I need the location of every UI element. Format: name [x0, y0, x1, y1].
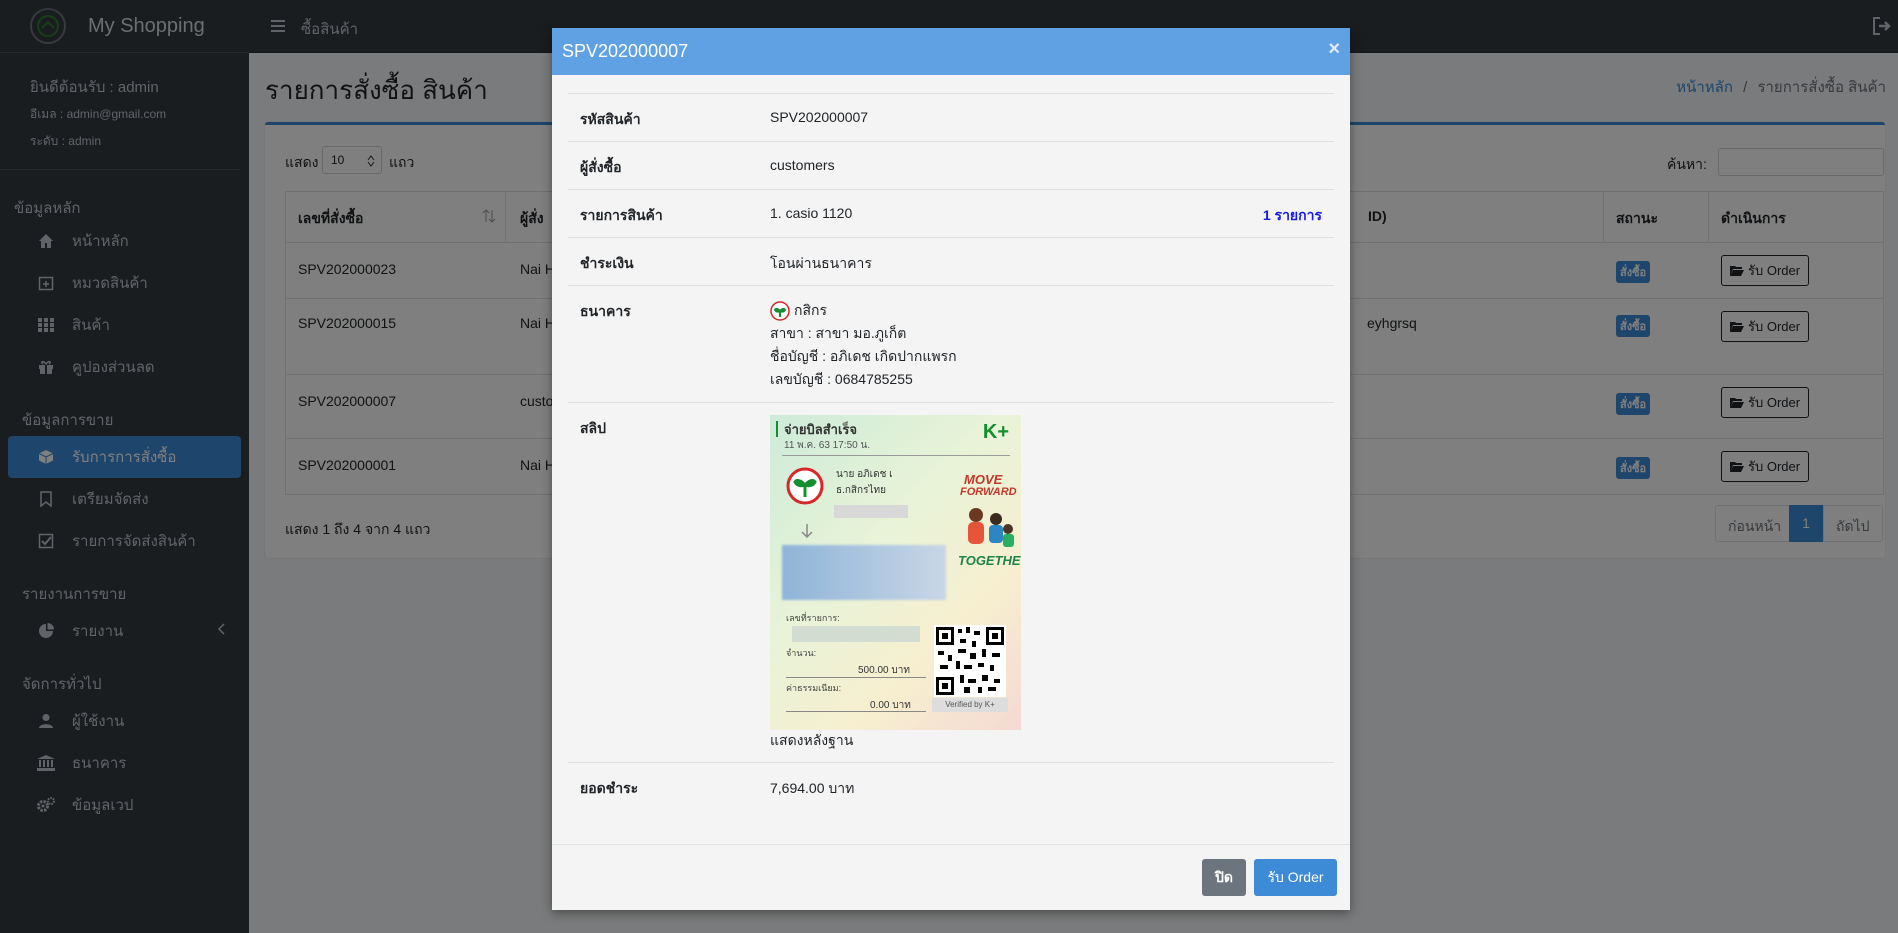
- slip-verified: Verified by K+: [932, 698, 1008, 712]
- modal-footer: ปิด รับ Order: [552, 844, 1350, 910]
- order-detail-modal: SPV202000007 × รหัสสินค้า SPV202000007 ผ…: [552, 28, 1350, 910]
- field-label: ผู้สั่งซื้อ: [580, 159, 622, 175]
- accept-order-modal-button[interactable]: รับ Order: [1254, 859, 1337, 896]
- slip-fee-label: ค่าธรรมเนียม:: [786, 683, 842, 693]
- slip-sender: นาย อภิเดช เ: [836, 469, 893, 480]
- kbank-logo-icon: [786, 467, 824, 505]
- field-value: 1. casio 1120: [770, 205, 853, 221]
- slip-ref-label: เลขที่รายการ:: [786, 613, 840, 623]
- field-value: customers: [770, 157, 835, 173]
- field-label: ธนาคาร: [580, 303, 631, 319]
- modal-row-bank: ธนาคาร กสิกร สาขา : สาขา มอ.ภูเก็ต ชื่อบ…: [568, 285, 1334, 402]
- modal-header: SPV202000007 ×: [552, 28, 1350, 75]
- items-count: 1 รายการ: [1262, 207, 1322, 223]
- field-label: สลิป: [580, 420, 607, 436]
- slip-amount-value: 500.00 บาท: [858, 665, 910, 676]
- bank-branch: สาขา : สาขา มอ.ภูเก็ต: [770, 325, 907, 341]
- field-value: SPV202000007: [770, 109, 869, 125]
- bank-account-name: ชื่อบัญชี : อภิเดช เกิดปากแพรก: [770, 348, 957, 364]
- people-illustration: [958, 503, 1016, 553]
- field-label: ชำระเงิน: [580, 255, 634, 271]
- kbank-logo-icon: [770, 300, 790, 321]
- qr-code-icon: [934, 625, 1006, 697]
- close-button[interactable]: ปิด: [1202, 859, 1246, 896]
- field-label: รหัสสินค้า: [580, 111, 641, 127]
- close-icon[interactable]: ×: [1328, 38, 1340, 61]
- bank-info: กสิกร สาขา : สาขา มอ.ภูเก็ต ชื่อบัญชี : …: [770, 299, 957, 391]
- bank-account-no: เลขบัญชี : 0684785255: [770, 371, 913, 387]
- modal-row-items: รายการสินค้า 1. casio 1120 1 รายการ: [568, 189, 1334, 237]
- modal-row-total: ยอดชำระ 7,694.00 บาท: [568, 762, 1334, 810]
- slip-title: จ่ายบิลสำเร็จ: [784, 422, 858, 437]
- slip-logo: K+: [982, 421, 1009, 443]
- bank-name: กสิกร: [794, 302, 828, 318]
- modal-row-code: รหัสสินค้า SPV202000007: [568, 93, 1334, 141]
- slip-datetime: 11 พ.ค. 63 17:50 น.: [784, 440, 871, 451]
- slip-promo-1: MOVE: [964, 472, 1003, 487]
- field-value: โอนผ่านธนาคาร: [770, 255, 872, 271]
- slip-amount-label: จำนวน:: [786, 648, 817, 658]
- field-value: 7,694.00 บาท: [770, 780, 855, 796]
- payment-slip-image[interactable]: จ่ายบิลสำเร็จ 11 พ.ค. 63 17:50 น. K+ นาย…: [770, 415, 1021, 730]
- slip-caption: แสดงหลังฐาน: [770, 732, 854, 748]
- slip-sender-bank: ธ.กสิกรไทย: [836, 485, 886, 496]
- slip-promo-3: TOGETHER: [958, 553, 1021, 568]
- modal-title: SPV202000007: [562, 41, 689, 61]
- slip-promo-2: FORWARD: [960, 486, 1017, 498]
- field-label: ยอดชำระ: [580, 780, 639, 796]
- field-label: รายการสินค้า: [580, 207, 663, 223]
- modal-row-payment: ชำระเงิน โอนผ่านธนาคาร: [568, 237, 1334, 285]
- arrow-down-icon: [800, 523, 814, 539]
- blurred-receiver: [782, 545, 946, 600]
- modal-row-buyer: ผู้สั่งซื้อ customers: [568, 141, 1334, 189]
